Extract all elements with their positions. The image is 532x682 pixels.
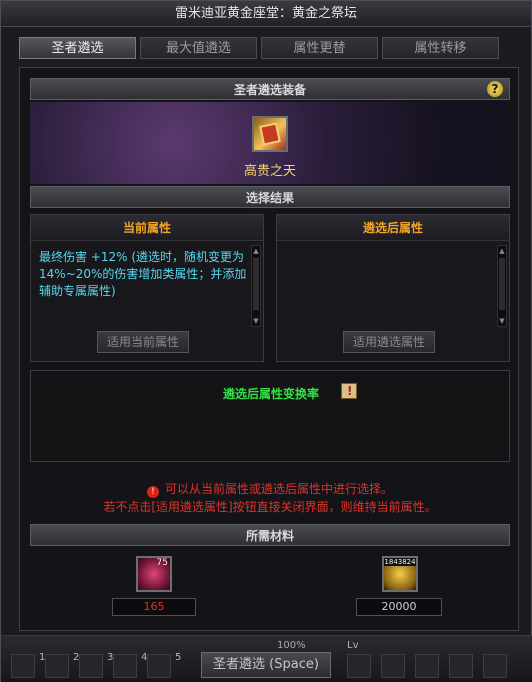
book-icon [259,122,281,146]
after-attribute-scrollbar[interactable]: ▲ ▼ [497,245,507,327]
material-count: 20000 [356,598,442,616]
notice-line-2: 若不点击[适用遴选属性]按钮直接关闭界面，则维持当前属性。 [103,500,437,514]
current-attribute-header: 当前属性 [31,215,263,241]
skill-slot[interactable] [113,654,137,678]
skill-slot[interactable] [415,654,439,678]
equipment-slot[interactable] [252,116,288,152]
apply-selection-button[interactable]: 适用遴选属性 [343,331,435,353]
tab-saint-selection[interactable]: 圣者遴选 [19,37,136,59]
tab-attribute-transfer[interactable]: 属性转移 [382,37,499,59]
material-count: 165 [112,598,196,616]
scroll-down-icon[interactable]: ▼ [498,317,506,325]
equipment-display: 高贵之天 [30,102,510,184]
materials-section-header: 所需材料 [30,524,510,546]
after-attribute-header: 遴选后属性 [277,215,509,241]
equipment-name: 高贵之天 [243,164,296,179]
skill-slot[interactable] [11,654,35,678]
level-label: Lv [347,640,359,651]
skill-slot[interactable] [45,654,69,678]
current-attribute-box: 当前属性 最终伤害 +12% (遴选时，随机变更为14%~20%的伤害增加类属性… [30,214,264,362]
saint-selection-button[interactable]: 圣者遴选 (Space) [201,652,331,678]
tab-bar: 圣者遴选 最大值遴选 属性更替 属性转移 [19,37,499,59]
skill-slot[interactable] [381,654,405,678]
tab-max-selection[interactable]: 最大值遴选 [140,37,257,59]
tab-attribute-replace[interactable]: 属性更替 [261,37,378,59]
current-attribute-scrollbar[interactable]: ▲ ▼ [251,245,261,327]
progress-percent: 100% [277,640,306,651]
material-badge: 75 [156,558,168,568]
pink-gem-icon[interactable]: 75 [136,556,172,592]
help-button[interactable]: ? [487,81,503,97]
hotbar: 100% 1 2 3 4 5 圣者遴选 (Space) Lv [1,635,532,682]
main-panel: 圣者遴选装备 ? 高贵之天 选择结果 当前属性 最终伤害 +12% (遴选时，随… [19,67,519,631]
notice-line-1-text: 可以从当前属性或遴选后属性中进行选择。 [164,482,393,496]
after-attribute-box: 遴选后属性 ▲ ▼ 适用遴选属性 [276,214,510,362]
scroll-up-icon[interactable]: ▲ [498,247,506,255]
window-title: 雷米迪亚黄金座堂：黄金之祭坛 [1,1,531,27]
notice-line-1: ! 可以从当前属性或遴选后属性中进行选择。 [20,480,520,498]
conversion-rate-title: 遴选后属性变换率 [222,387,319,401]
info-icon[interactable] [341,383,357,399]
skill-slot[interactable] [79,654,103,678]
equipment-section-header: 圣者遴选装备 ? [30,78,510,100]
dialog-window: 雷米迪亚黄金座堂：黄金之祭坛 圣者遴选 最大值遴选 属性更替 属性转移 圣者遴选… [0,0,532,682]
scroll-down-icon[interactable]: ▼ [252,317,260,325]
scroll-up-icon[interactable]: ▲ [252,247,260,255]
gold-coin-icon[interactable]: 1843824 [382,556,418,592]
conversion-rate-box: 遴选后属性变换率 [30,370,510,462]
skill-slot[interactable] [449,654,473,678]
equipment-section-title: 圣者遴选装备 [233,83,306,97]
result-section-header: 选择结果 [30,186,510,208]
current-attribute-text: 最终伤害 +12% (遴选时，随机变更为14%~20%的伤害增加类属性；并添加辅… [39,250,247,298]
warning-icon: ! [146,486,159,498]
scroll-thumb[interactable] [499,258,505,310]
apply-current-button[interactable]: 适用当前属性 [97,331,189,353]
scroll-thumb[interactable] [253,258,259,310]
skill-slot[interactable] [347,654,371,678]
skill-slot[interactable] [147,654,171,678]
material-badge: 1843824 [384,558,416,566]
skill-slot[interactable] [483,654,507,678]
slot-number: 5 [175,652,182,663]
